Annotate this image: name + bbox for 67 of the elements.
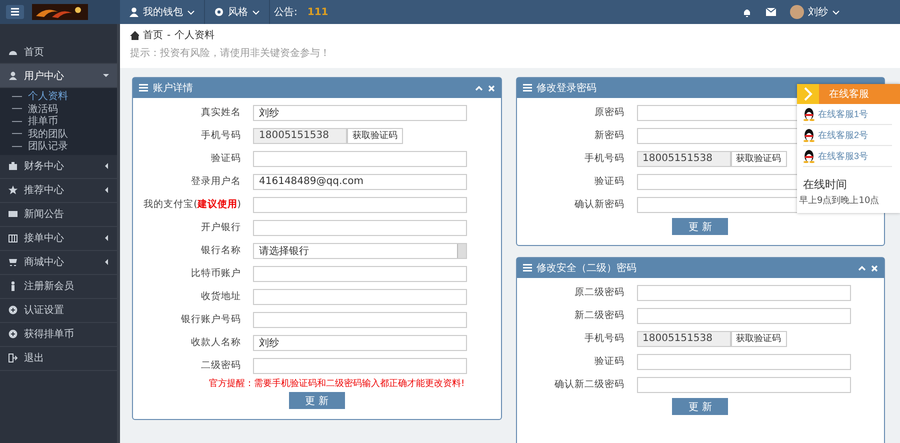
chat-agent-link[interactable]: 在线客服3号 <box>803 146 892 167</box>
sidebar-item[interactable]: 退出 <box>0 346 117 370</box>
field-label: 原二级密码 <box>574 286 626 299</box>
get-code-button[interactable]: 获取验证码 <box>730 150 786 166</box>
sidebar-item[interactable]: 新闻公告 <box>0 202 117 226</box>
field-label: 手机号码 <box>200 129 242 142</box>
field-label: 比特币账户 <box>190 267 242 280</box>
sidebar-item[interactable]: 认证设置 <box>0 298 117 322</box>
field-label: 验证码 <box>594 355 626 368</box>
sidebar-item[interactable]: 财务中心 <box>0 154 117 178</box>
submenu-item[interactable]: 个人资料 <box>0 90 117 102</box>
phone-field[interactable]: 18005151538 <box>636 150 730 166</box>
panel-title: 修改登录密码 <box>536 82 596 95</box>
field-label: 手机号码 <box>584 152 626 165</box>
warning-text: 官方提醒：需要手机验证码和二级密码输入都正确才能更改资料! <box>208 378 466 390</box>
panel-title: 修改安全（二级）密码 <box>536 262 636 275</box>
field-label: 登录用户名 <box>190 175 242 188</box>
get-code-button[interactable]: 获取验证码 <box>730 330 786 346</box>
user-menu[interactable]: 刘纱 <box>790 5 840 19</box>
get-code-button[interactable]: 获取验证码 <box>347 128 403 144</box>
update-button[interactable]: 更 新 <box>672 398 728 415</box>
hours-text: 早上9点到晚上10点 <box>798 194 880 208</box>
breadcrumb-separator: - <box>167 30 171 40</box>
submenu-item[interactable]: 激活码 <box>0 102 117 115</box>
submenu-item[interactable]: 排单币 <box>0 115 117 128</box>
select-field[interactable]: 请选择银行 <box>253 242 467 258</box>
field-label: 银行账户号码 <box>180 313 242 326</box>
update-button[interactable]: 更 新 <box>672 218 728 235</box>
submenu-item[interactable]: 团队记录 <box>0 140 117 152</box>
tip-text: 提示：投资有风险，请使用非关键资金参与！ <box>130 46 331 60</box>
input-field[interactable]: 刘纱 <box>253 104 467 120</box>
sidebar-item[interactable]: 注册新会员 <box>0 274 117 298</box>
field-label: 验证码 <box>210 152 242 165</box>
input-field[interactable]: 刘纱 <box>253 334 467 350</box>
field-label: 确认新密码 <box>574 198 626 211</box>
submenu-item[interactable]: 我的团队 <box>0 128 117 140</box>
field-label: 我的支付宝(建议使用) <box>142 198 242 211</box>
field-label: 原密码 <box>594 106 626 119</box>
update-button[interactable]: 更 新 <box>288 392 345 409</box>
sidebar-item[interactable]: 用户中心 <box>0 64 117 88</box>
phone-field[interactable]: 18005151538 <box>636 330 730 346</box>
sidebar-item[interactable]: 接单中心 <box>0 226 117 250</box>
field-label: 新密码 <box>594 129 626 142</box>
breadcrumb-link[interactable]: 首页 <box>143 28 163 42</box>
field-label: 确认新二级密码 <box>554 378 626 391</box>
panel-title: 账户详情 <box>153 82 193 95</box>
chat-title: 在线客服 <box>828 88 869 101</box>
hours-title: 在线时间 <box>802 177 848 193</box>
field-label: 手机号码 <box>584 332 626 345</box>
notice-label: 公告: <box>273 6 298 19</box>
field-label: 收款人名称 <box>190 336 242 349</box>
sidebar-item[interactable]: 获得排单币 <box>0 322 117 346</box>
field-label: 验证码 <box>594 175 626 188</box>
field-label: 二级密码 <box>200 359 242 372</box>
chat-agent-link[interactable]: 在线客服1号 <box>803 104 892 125</box>
notice-text: 111 <box>306 6 328 18</box>
chat-agent-link[interactable]: 在线客服2号 <box>803 125 892 146</box>
field-label: 开户银行 <box>200 221 242 234</box>
field-label: 银行名称 <box>200 244 242 257</box>
sidebar-item[interactable]: 推荐中心 <box>0 178 117 202</box>
field-label: 收货地址 <box>200 290 242 303</box>
field-label: 新二级密码 <box>574 309 626 322</box>
sidebar-item[interactable]: 商城中心 <box>0 250 117 274</box>
input-field[interactable]: 416148489@qq.com <box>253 174 467 190</box>
phone-field[interactable]: 18005151538 <box>253 128 347 144</box>
field-label: 真实姓名 <box>200 106 242 119</box>
breadcrumb-link[interactable]: 个人资料 <box>174 28 215 42</box>
